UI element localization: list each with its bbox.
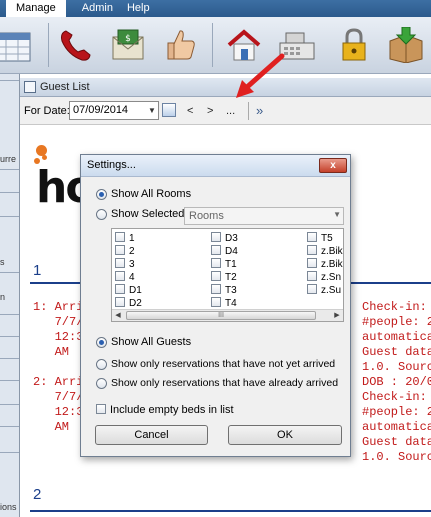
include-empty-beds-checkbox[interactable]: Include empty beds in list [96,404,234,416]
room-checkbox[interactable]: D4 [211,245,238,257]
menu-admin[interactable]: Admin [82,0,127,17]
menu-manage[interactable]: Manage [6,0,66,17]
guest-list-title: Guest List [40,81,90,93]
money-envelope-icon[interactable]: $ [110,27,146,63]
guest-list-toolbar: For Date: 07/09/2014 ▼ < > ... » [20,97,431,125]
show-all-rooms-label: Show All Rooms [111,188,192,200]
chevron-down-icon: ▼ [333,210,341,219]
toolbar-separator [48,23,49,67]
previous-day-button[interactable]: < [187,105,193,117]
show-selected-radio[interactable] [96,209,107,220]
room-checkbox[interactable]: D3 [211,232,238,244]
show-all-rooms-radio[interactable] [96,189,107,200]
reservation-details: Check-in: 2 #people: 2 automatical Guest… [362,300,431,374]
settings-dialog: Settings... x Show All Rooms Show Select… [80,154,351,457]
menu-help[interactable]: Help [127,0,164,17]
arrow-annotation [236,53,285,98]
phone-icon[interactable] [58,27,94,63]
sidebar-fragment: n [0,292,6,302]
room-checkbox[interactable]: T1 [211,258,237,270]
room-checkbox[interactable]: T3 [211,284,237,296]
svg-text:$: $ [125,34,131,44]
room-checkbox[interactable]: D2 [115,297,142,309]
room-checklist: 1 2 3 4 D1 D2 D3 D4 T1 T2 T3 T4 T5 z.Bik… [111,228,344,322]
toolbar-separator [212,23,213,67]
expand-toolbar-button[interactable]: » [256,103,263,118]
section-divider [30,510,431,512]
next-day-button[interactable]: > [207,105,213,117]
room-checkbox[interactable]: T2 [211,271,237,283]
close-button[interactable]: x [319,158,347,173]
scroll-thumb[interactable]: III [126,311,316,320]
show-all-guests-radio[interactable] [96,337,107,348]
show-selected-label: Show Selected: [111,208,188,220]
section-number: 2 [33,486,42,503]
room-checkbox[interactable]: T5 [307,232,333,244]
room-checkbox[interactable]: z.Su [307,284,341,296]
room-checkbox[interactable]: 1 [115,232,135,244]
room-checkbox[interactable]: z.Bik [307,258,343,270]
already-arrived-label: Show only reservations that have already… [111,377,339,389]
calendar-icon[interactable] [0,27,34,63]
lock-icon[interactable] [336,27,372,63]
rooms-select-value: Rooms [189,210,224,222]
rooms-select[interactable]: Rooms ▼ [184,207,344,225]
dialog-title: Settings... [87,159,136,171]
menu-bar: Manage Admin Help [0,0,431,17]
room-checkbox[interactable]: D1 [115,284,142,296]
main-toolbar: iche $ [0,17,431,83]
window-icon [24,81,36,93]
download-box-icon[interactable] [384,27,428,63]
cancel-button[interactable]: Cancel [95,425,208,445]
chevron-down-icon[interactable]: ▼ [146,102,158,119]
not-yet-arrived-radio[interactable] [96,359,107,370]
thumbs-up-icon[interactable] [162,27,198,63]
room-checkbox[interactable]: T4 [211,297,237,309]
not-yet-arrived-label: Show only reservations that have not yet… [111,358,336,370]
sidebar-fragment: s [0,257,5,267]
room-checkbox[interactable]: z.Bik [307,245,343,257]
horizontal-scrollbar[interactable]: ◀ III ▶ [112,309,343,321]
dialog-titlebar: Settings... x [81,155,350,177]
room-checkbox[interactable]: z.Sn [307,271,341,283]
show-all-guests-label: Show All Guests [111,336,192,348]
background-sidebar: urre s n ions [0,74,20,517]
include-empty-beds-label: Include empty beds in list [110,404,234,416]
sidebar-fragment: urre [0,154,17,164]
room-checkbox[interactable]: 3 [115,258,135,270]
sidebar-fragment: ions [0,502,17,512]
section-number: 1 [33,262,42,279]
for-date-label: For Date: [24,105,70,117]
already-arrived-radio[interactable] [96,378,107,389]
calendar-picker-icon[interactable] [162,103,176,117]
more-options-button[interactable]: ... [226,105,235,117]
room-checkbox[interactable]: 2 [115,245,135,257]
scroll-left-icon[interactable]: ◀ [112,310,124,321]
logo-dot [42,155,47,160]
guest-list-titlebar: Guest List [20,78,431,97]
reservation-details: DOB : 20/01 Check-in: 2 #people: 2 autom… [362,375,431,464]
toolbar-separator [248,102,249,120]
scroll-right-icon[interactable]: ▶ [331,310,343,321]
room-checkbox[interactable]: 4 [115,271,135,283]
ok-button[interactable]: OK [228,425,342,445]
